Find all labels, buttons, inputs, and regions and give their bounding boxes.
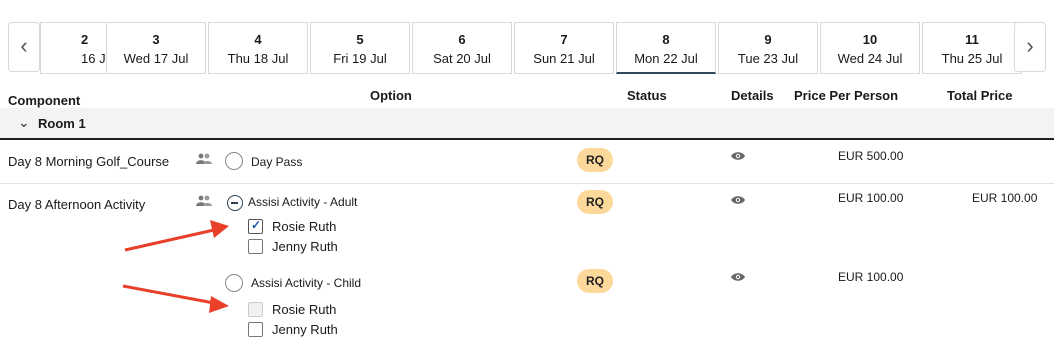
arrow-annotation bbox=[124, 220, 229, 252]
annotation-arrows bbox=[122, 220, 229, 313]
arrow-annotation bbox=[122, 284, 229, 313]
